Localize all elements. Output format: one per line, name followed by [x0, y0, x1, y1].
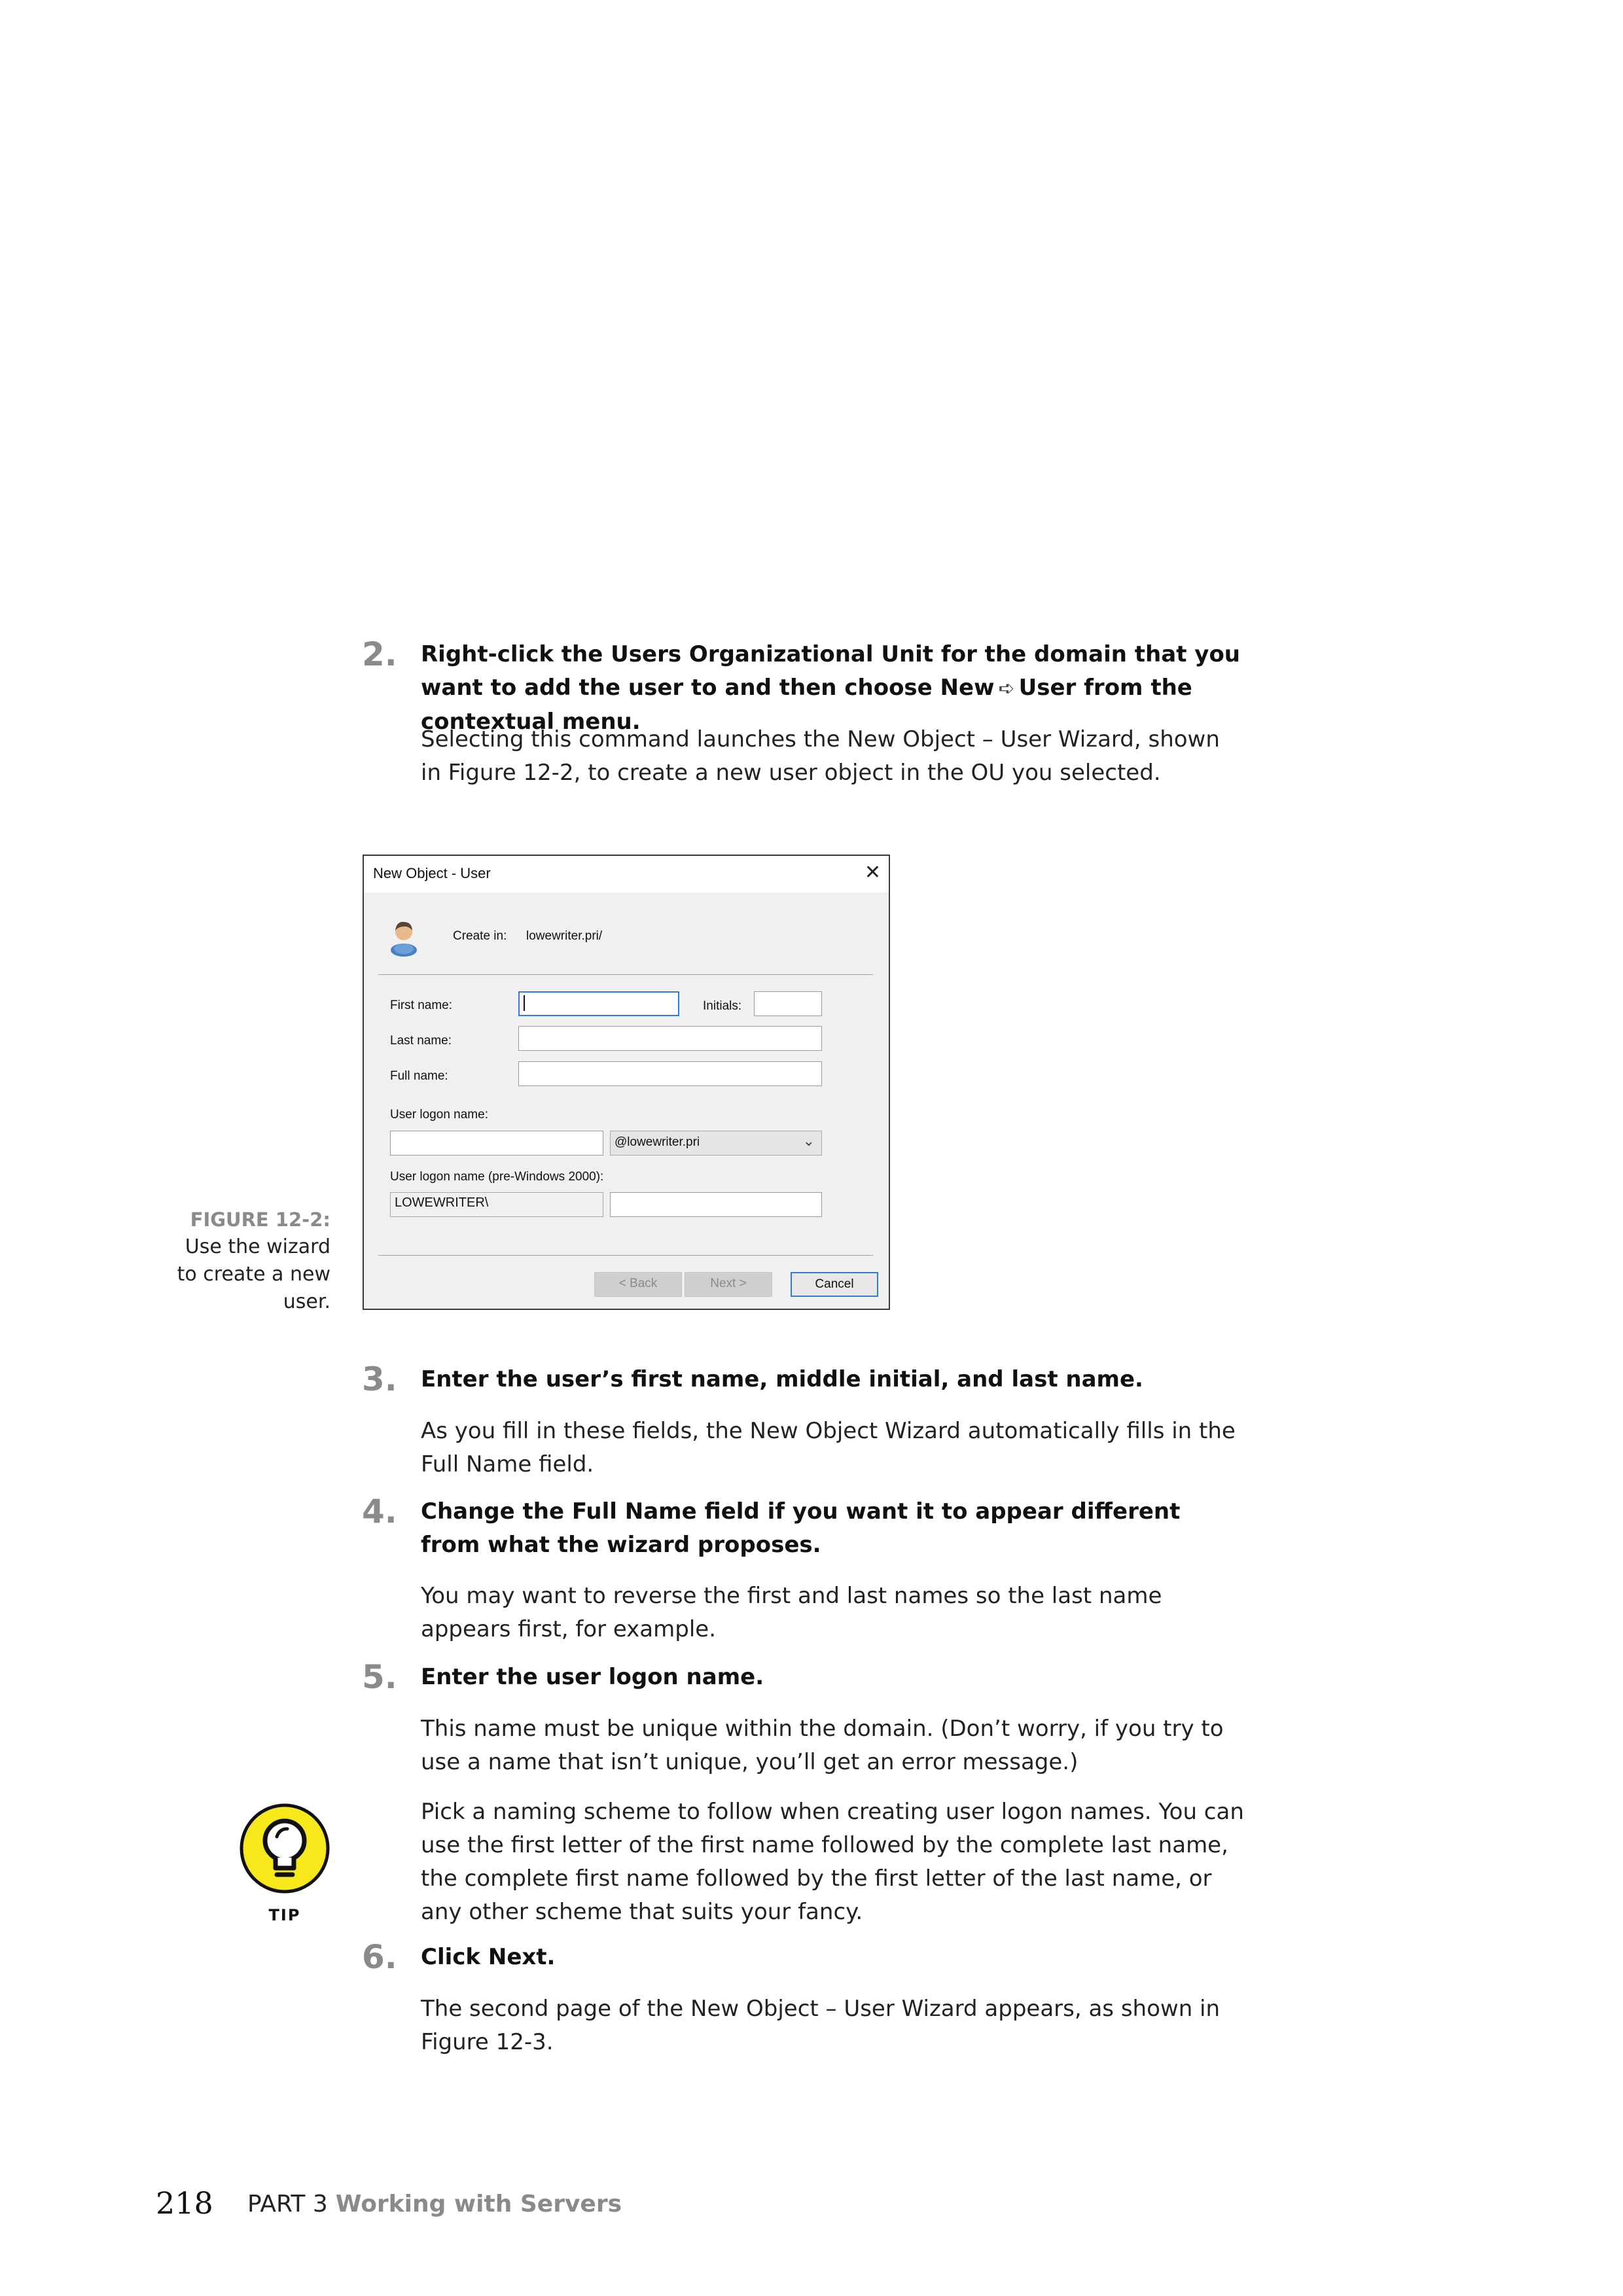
pre2000-logon-field[interactable]	[610, 1192, 822, 1217]
domain-suffix-value: @lowewriter.pri	[615, 1135, 700, 1149]
logon-name-label: User logon name:	[390, 1108, 488, 1122]
step-6-heading: Click Next.	[421, 1944, 556, 1970]
initials-label: Initials:	[703, 999, 742, 1013]
step-2-number: 2.	[362, 635, 397, 673]
create-in-label: Create in:	[453, 929, 507, 943]
last-name-field[interactable]	[518, 1026, 822, 1051]
logon-name-field[interactable]	[390, 1131, 603, 1156]
pre2000-domain-value: LOWEWRITER\	[395, 1195, 489, 1210]
dialog-title: New Object - User	[373, 865, 491, 881]
step-6-paragraph: The second page of the New Object – User…	[421, 1996, 1221, 2055]
pre2000-label: User logon name (pre-Windows 2000):	[390, 1170, 604, 1184]
initials-field[interactable]	[754, 991, 822, 1016]
figure-caption-text: Use the wizard to create a new user.	[177, 1235, 330, 1313]
dialog-separator-bottom	[378, 1255, 873, 1256]
dialog-titlebar: New Object - User ✕	[364, 856, 889, 892]
step-5-paragraph: This name must be unique within the doma…	[421, 1716, 1224, 1775]
lightbulb-icon	[240, 1803, 330, 1894]
step-6-number: 6.	[362, 1938, 397, 1976]
page-number: 218	[156, 2185, 213, 2221]
create-in-value: lowewriter.pri/	[526, 929, 603, 943]
step-3-number: 3.	[362, 1360, 397, 1398]
part-title: Working with Servers	[335, 2191, 622, 2217]
next-button[interactable]: Next >	[685, 1272, 772, 1297]
step-5-heading: Enter the user logon name.	[421, 1664, 764, 1690]
step-4-number: 4.	[362, 1492, 397, 1530]
cancel-button[interactable]: Cancel	[791, 1272, 878, 1297]
tip-paragraph: Pick a naming scheme to follow when crea…	[421, 1799, 1244, 1925]
figure-caption: FIGURE 12-2: Use the wizard to create a …	[167, 1206, 330, 1316]
step-2-paragraph: Selecting this command launches the New …	[421, 726, 1220, 786]
pre2000-domain-field: LOWEWRITER\	[390, 1192, 603, 1217]
running-footer: PART 3 Working with Servers	[247, 2191, 622, 2217]
close-icon[interactable]: ✕	[865, 861, 881, 884]
user-icon	[391, 921, 417, 957]
full-name-field[interactable]	[518, 1061, 822, 1086]
step-4-paragraph: You may want to reverse the first and la…	[421, 1583, 1162, 1642]
step-4-heading: Change the Full Name field if you want i…	[421, 1498, 1181, 1558]
back-button[interactable]: < Back	[594, 1272, 682, 1297]
step-3-paragraph: As you fill in these fields, the New Obj…	[421, 1418, 1236, 1477]
text-cursor	[524, 995, 525, 1011]
step-3-heading: Enter the user’s first name, middle init…	[421, 1366, 1143, 1392]
chevron-down-icon: ⌄	[802, 1133, 815, 1149]
dialog-separator	[378, 974, 873, 975]
last-name-label: Last name:	[390, 1034, 452, 1048]
full-name-label: Full name:	[390, 1069, 448, 1083]
figure-label: FIGURE 12-2:	[190, 1209, 330, 1231]
new-object-user-dialog: New Object - User ✕ Create in: lowewrite…	[363, 855, 890, 1310]
part-label: PART 3	[247, 2191, 328, 2217]
step-5-number: 5.	[362, 1658, 397, 1696]
menu-arrow-icon: ➪	[998, 677, 1015, 700]
first-name-field[interactable]	[518, 991, 679, 1016]
first-name-label: First name:	[390, 998, 453, 1012]
domain-suffix-select[interactable]: @lowewriter.pri ⌄	[610, 1131, 822, 1156]
tip-label: TIP	[268, 1906, 301, 1924]
